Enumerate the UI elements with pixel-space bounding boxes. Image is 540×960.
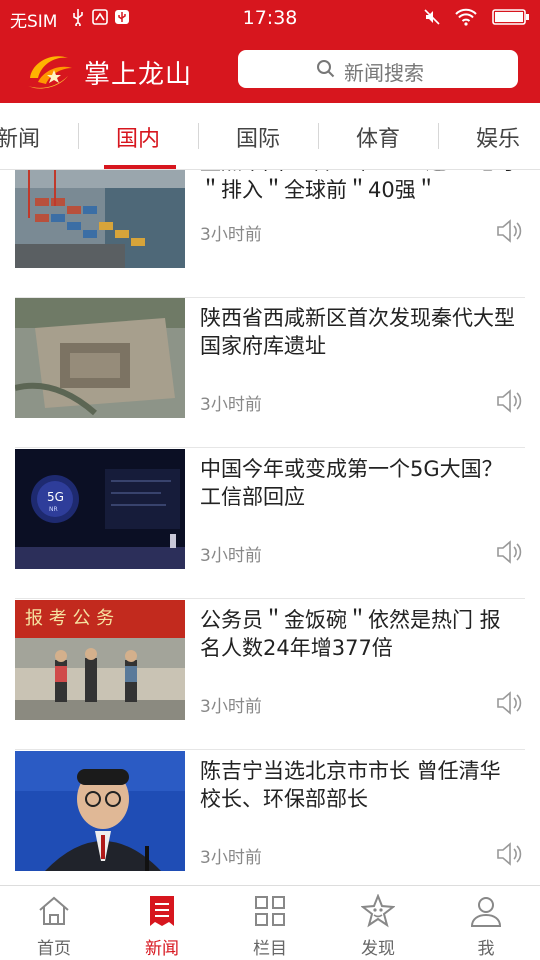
active-tab-indicator [104, 165, 176, 169]
news-time: 3小时前 [200, 225, 262, 245]
tabbar-label: 我 [477, 939, 495, 959]
app-title: 掌上龙山 [84, 60, 193, 90]
news-item[interactable]: 陈吉宁当选北京市市长 曾任清华校长、环保部部长 3小时前 [15, 751, 525, 885]
tabbar-label: 栏目 [253, 939, 287, 959]
news-time: 3小时前 [200, 848, 262, 868]
news-title: 公务员＂金饭碗＂依然是热门 报名人数24年增377倍 [200, 608, 501, 660]
search-icon [317, 60, 335, 78]
tabbar-home[interactable]: 首页 [0, 886, 108, 960]
app-logo-icon [28, 56, 72, 89]
news-title: 陕西省西咸新区首次发现秦代大型国家府库遗址 [200, 306, 515, 358]
tab-domestic[interactable]: 国内 [116, 121, 160, 153]
news-thumbnail [15, 298, 185, 418]
svg-text:报 考 公 务: 报 考 公 务 [25, 608, 114, 629]
news-time: 3小时前 [200, 546, 262, 566]
news-thumbnail [15, 751, 185, 871]
tab-divider [78, 123, 79, 149]
tabbar-columns[interactable]: 栏目 [216, 886, 324, 960]
tabbar-label: 发现 [361, 939, 395, 959]
speaker-icon[interactable] [495, 539, 523, 565]
discover-star-icon [361, 894, 395, 928]
tab-divider [438, 123, 439, 149]
speaker-icon[interactable] [495, 388, 523, 414]
tab-divider [198, 123, 199, 149]
tab-entertainment[interactable]: 娱乐 [476, 121, 520, 153]
battery-icon [492, 9, 529, 25]
wifi-icon [455, 8, 477, 26]
tabbar-label: 新闻 [145, 939, 179, 959]
news-thumbnail [15, 170, 185, 268]
news-item[interactable]: 陕西省西咸新区首次发现秦代大型国家府库遗址 3小时前 [15, 298, 525, 448]
news-thumbnail: 5G NR [15, 449, 185, 569]
app-header: 掌上龙山 新闻搜索 [0, 36, 540, 103]
news-time: 3小时前 [200, 395, 262, 415]
news-title: 陈吉宁当选北京市市长 曾任清华校长、环保部部长 [200, 759, 501, 811]
grid-icon [255, 896, 285, 926]
svg-text:NR: NR [49, 506, 58, 513]
category-tabs: 新闻 国内 国际 体育 娱乐 [0, 103, 540, 170]
svg-text:5G: 5G [47, 490, 64, 504]
home-icon [39, 896, 69, 925]
news-time: 3小时前 [200, 697, 262, 717]
speaker-icon[interactable] [495, 218, 523, 244]
speaker-icon[interactable] [495, 690, 523, 716]
status-bar: 无SIM 17:38 [0, 0, 540, 36]
news-item[interactable]: 报 考 公 务 公务员＂金饭碗＂依然是热门 报名人数24年增377倍 3小时前 [15, 600, 525, 750]
tab-news[interactable]: 新闻 [0, 121, 40, 153]
news-item[interactable]: 5G NR 中国今年或变成第一个5G大国？工信部回应 3小时前 [15, 449, 525, 599]
tabbar-label: 首页 [37, 939, 71, 959]
user-icon [470, 897, 502, 927]
tabbar-me[interactable]: 我 [432, 886, 540, 960]
tab-divider [318, 123, 319, 149]
news-icon [150, 896, 174, 926]
tab-international[interactable]: 国际 [236, 121, 280, 153]
bottom-tab-bar: 首页 新闻 栏目 发现 我 [0, 885, 540, 960]
tab-sports[interactable]: 体育 [356, 121, 400, 153]
news-feed: 盘点中国31省区市GDP 这15地可＂排入＂全球前＂40强＂ 3小时前 陕西省西… [0, 170, 540, 885]
news-title: 中国今年或变成第一个5G大国？工信部回应 [200, 457, 503, 509]
search-box[interactable]: 新闻搜索 [238, 50, 518, 88]
news-item[interactable]: 盘点中国31省区市GDP 这15地可＂排入＂全球前＂40强＂ 3小时前 [15, 170, 525, 298]
search-placeholder: 新闻搜索 [344, 61, 424, 85]
news-title: 盘点中国31省区市GDP 这15地可＂排入＂全球前＂40强＂ [200, 170, 515, 202]
tabbar-news[interactable]: 新闻 [108, 886, 216, 960]
mute-icon [424, 9, 440, 25]
news-thumbnail: 报 考 公 务 [15, 600, 185, 720]
tabbar-discover[interactable]: 发现 [324, 886, 432, 960]
speaker-icon[interactable] [495, 841, 523, 867]
